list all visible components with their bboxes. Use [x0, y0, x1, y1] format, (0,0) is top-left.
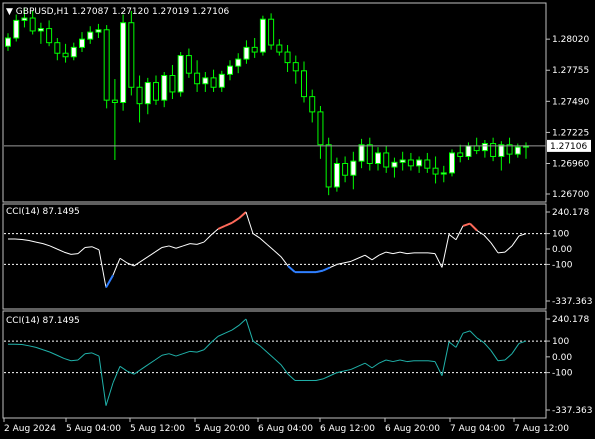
price-tick-label: 1.27225 — [552, 128, 589, 138]
candle-body — [284, 51, 291, 64]
candle-body — [416, 159, 423, 167]
candle-body — [210, 77, 217, 88]
cci-tick-label: 0.00 — [552, 245, 572, 255]
candle-body — [498, 144, 505, 157]
candle-body — [407, 159, 414, 167]
candle-body — [79, 38, 85, 48]
current-price-label: 1.27106 — [550, 142, 587, 152]
candle-body — [185, 55, 192, 74]
price-tick-label: 1.27490 — [552, 97, 589, 107]
candle-body — [95, 29, 102, 33]
candle-body — [46, 28, 53, 44]
time-tick-label: 5 Aug 04:00 — [66, 424, 121, 434]
candle-body — [342, 163, 349, 176]
candle-body — [251, 46, 258, 53]
candle-body — [13, 19, 20, 39]
candle-body — [481, 143, 488, 152]
cci-tick-label: 100 — [552, 230, 569, 240]
candle-body — [325, 144, 332, 188]
candle-body — [473, 145, 480, 152]
candle-body — [391, 161, 398, 168]
candle-body — [449, 152, 455, 174]
symbol-ohlc-text: GBPUSD,H1 1.27087 1.27120 1.27019 1.2710… — [15, 7, 230, 17]
chart-window: 1.28020 1.27755 1.27490 1.27225 1.26960 1.267… — [0, 0, 595, 439]
candle-body — [383, 152, 390, 168]
candle-body — [424, 159, 431, 169]
candle-body — [202, 77, 209, 85]
candle-body — [103, 29, 110, 101]
candle-body — [465, 145, 472, 157]
candle-body — [440, 172, 447, 175]
cci-tick-label: 240.178 — [552, 315, 589, 325]
cci-tick-label: 100 — [552, 337, 569, 347]
candle-body — [317, 111, 324, 146]
candle-body — [144, 82, 151, 105]
candle-body — [169, 75, 176, 93]
cci-tick-label: 240.178 — [552, 208, 589, 218]
candle-body — [259, 18, 266, 53]
price-tick-label: 1.27755 — [552, 66, 589, 76]
candle-body — [514, 146, 521, 155]
candle-body — [62, 52, 69, 58]
candle-body — [54, 42, 61, 54]
candle-body — [194, 72, 201, 85]
time-tick-label: 6 Aug 20:00 — [385, 424, 440, 434]
candle-body — [87, 31, 94, 40]
candle-body — [120, 22, 127, 104]
candle-body — [29, 17, 36, 32]
candle-body — [136, 86, 143, 105]
candle-body — [5, 37, 11, 47]
candle-body — [358, 144, 365, 162]
time-tick-label: 7 Aug 12:00 — [514, 424, 569, 434]
candle-body — [235, 58, 242, 67]
time-tick-label: 7 Aug 04:00 — [450, 424, 505, 434]
candle-body — [153, 82, 159, 101]
price-tick-label: 1.26960 — [552, 160, 589, 170]
candle-body — [457, 152, 464, 157]
candle-body — [243, 46, 250, 60]
cci-tick-label: -100 — [552, 260, 573, 270]
time-tick-label: 6 Aug 04:00 — [258, 424, 313, 434]
cci-pane-1-label: CCI(14) 87.1495 — [6, 207, 80, 217]
candle-body — [128, 22, 135, 88]
cci-pane-2-label: CCI(14) 87.1495 — [6, 316, 80, 326]
time-tick-label: 5 Aug 20:00 — [195, 424, 250, 434]
candle-body — [227, 65, 233, 75]
candle-body — [276, 44, 283, 53]
main-pane-header: ▼ GBPUSD,H1 1.27087 1.27120 1.27019 1.27… — [6, 7, 229, 17]
price-tick-label: 1.26700 — [552, 190, 589, 200]
collapse-arrow-icon[interactable]: ▼ — [6, 7, 13, 17]
candle-body — [111, 99, 118, 104]
candle-body — [21, 17, 28, 21]
time-tick-label: 5 Aug 12:00 — [130, 424, 185, 434]
candle-body — [309, 96, 316, 113]
candle-body — [37, 28, 44, 32]
cci-tick-label: -337.363 — [552, 297, 592, 307]
time-tick-label: 6 Aug 12:00 — [320, 424, 375, 434]
candle-body — [218, 73, 225, 88]
candle-body — [350, 160, 357, 176]
candle-body — [375, 152, 381, 164]
candle-body — [292, 62, 299, 72]
candle-body — [177, 55, 184, 93]
candle-body — [432, 167, 439, 175]
candle-body — [161, 75, 168, 101]
candle-body — [301, 70, 307, 98]
candle-body — [268, 18, 275, 46]
time-tick-label: 2 Aug 2024 — [4, 424, 56, 434]
price-tick-label: 1.28020 — [552, 35, 589, 45]
candle-body — [333, 163, 340, 188]
cci-tick-label: -100 — [552, 369, 573, 379]
candle-body — [366, 144, 373, 165]
cci-tick-label: 0.00 — [552, 353, 572, 363]
candle-body — [399, 159, 406, 163]
cci-tick-label: -337.363 — [552, 406, 592, 416]
candle-body — [70, 46, 77, 58]
